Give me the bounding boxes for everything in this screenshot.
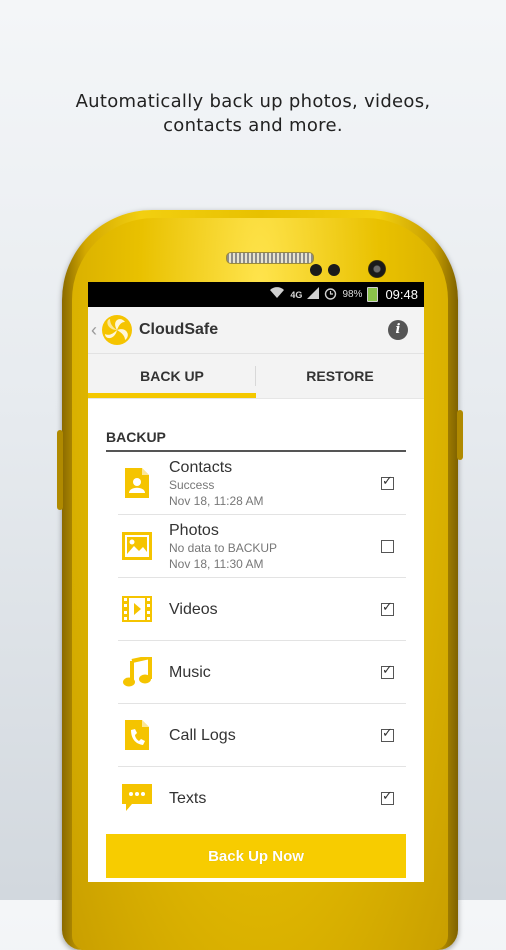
list-item-date: Nov 18, 11:28 AM (169, 493, 264, 508)
call-logs-icon (122, 720, 152, 750)
photos-icon (122, 531, 152, 561)
contacts-icon (122, 468, 152, 498)
network-type: 4G (290, 289, 303, 300)
back-chevron-icon[interactable]: ‹ (91, 320, 99, 341)
tab-restore[interactable]: RESTORE (256, 354, 424, 398)
contacts-checkbox[interactable] (381, 473, 394, 490)
info-icon[interactable]: i (388, 320, 408, 340)
texts-texts: Texts (169, 789, 381, 808)
headline: Automatically back up photos, videos, co… (0, 90, 506, 138)
videos-texts: Videos (169, 600, 381, 619)
list-item-label: Music (169, 663, 211, 681)
backup-list: Contacts Success Nov 18, 11:28 AM Photos… (118, 452, 406, 829)
list-item-videos[interactable]: Videos (118, 578, 406, 641)
videos-checkbox[interactable] (381, 599, 394, 616)
list-item-label: Contacts (169, 458, 233, 476)
list-item-call-logs[interactable]: Call Logs (118, 704, 406, 767)
contacts-texts: Contacts Success Nov 18, 11:28 AM (169, 458, 381, 509)
power-button (457, 410, 463, 460)
list-item-texts[interactable]: Texts (118, 767, 406, 829)
list-item-photos[interactable]: Photos No data to BACKUP Nov 18, 11:30 A… (118, 515, 406, 578)
volume-button (57, 430, 63, 510)
list-item-label: Photos (169, 521, 219, 539)
clock: 09:48 (385, 287, 418, 302)
music-texts: Music (169, 663, 381, 682)
alarm-icon (324, 287, 337, 303)
backup-section: BACKUP Contacts Success Nov 18, 11:28 AM (88, 429, 424, 829)
call-logs-texts: Call Logs (169, 726, 381, 745)
tab-restore-label: RESTORE (306, 368, 374, 384)
list-item-label: Texts (169, 789, 207, 807)
signal-icon (307, 287, 320, 302)
earpiece-speaker (226, 252, 314, 264)
status-bar: 4G 98% 09:48 (88, 282, 424, 307)
section-title: BACKUP (106, 429, 406, 452)
videos-icon (122, 594, 152, 624)
proximity-sensor (310, 264, 322, 276)
tab-bar: BACK UP RESTORE (88, 354, 424, 399)
photos-texts: Photos No data to BACKUP Nov 18, 11:30 A… (169, 521, 381, 572)
wifi-icon (269, 287, 285, 302)
action-bar: ‹ CloudSafe i (88, 307, 424, 354)
list-item-contacts[interactable]: Contacts Success Nov 18, 11:28 AM (118, 452, 406, 515)
photos-checkbox[interactable] (381, 539, 394, 553)
battery-percent: 98% (342, 289, 363, 300)
battery-icon (367, 287, 379, 302)
texts-checkbox[interactable] (381, 788, 394, 805)
back-up-now-button[interactable]: Back Up Now (106, 834, 406, 878)
front-camera (368, 260, 386, 278)
headline-line-2: contacts and more. (163, 115, 343, 136)
app-title: CloudSafe (139, 321, 219, 338)
list-item-status: Success (169, 477, 215, 492)
list-item-status: No data to BACKUP (169, 540, 278, 555)
cloudsafe-logo[interactable] (101, 314, 133, 346)
tab-back-up[interactable]: BACK UP (88, 354, 256, 398)
light-sensor (328, 264, 340, 276)
music-checkbox[interactable] (381, 662, 394, 679)
list-item-music[interactable]: Music (118, 641, 406, 704)
list-item-date: Nov 18, 11:30 AM (169, 556, 264, 571)
phone-screen: 4G 98% 09:48 ‹ CloudSafe i BACK UP RESTO… (88, 282, 424, 882)
list-item-label: Call Logs (169, 726, 236, 744)
list-item-label: Videos (169, 600, 218, 618)
texts-icon (122, 783, 152, 813)
headline-line-1: Automatically back up photos, videos, (75, 91, 431, 112)
call-logs-checkbox[interactable] (381, 725, 394, 742)
music-icon (122, 657, 152, 687)
tab-back-up-label: BACK UP (140, 368, 204, 384)
